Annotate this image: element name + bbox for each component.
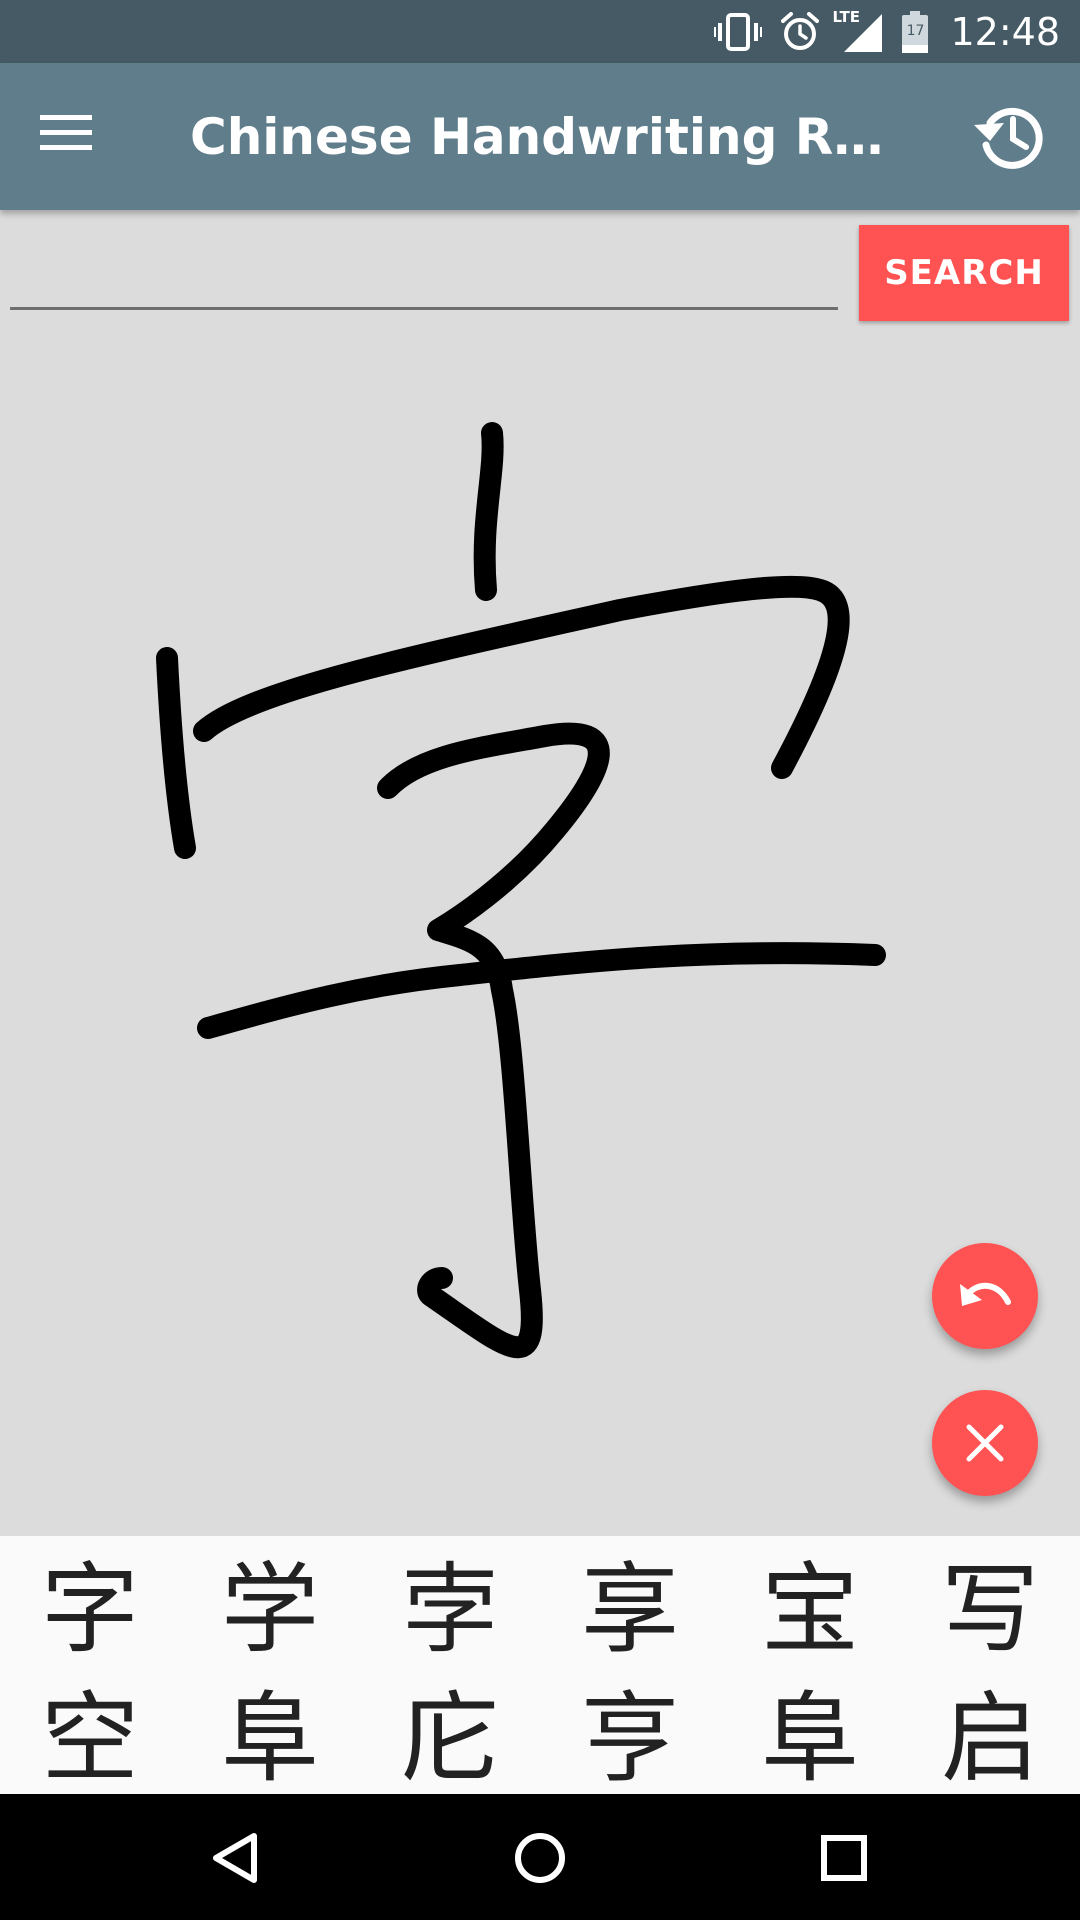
undo-button[interactable] bbox=[932, 1243, 1038, 1349]
candidate-char[interactable]: 阜 bbox=[180, 1665, 360, 1796]
stroke-child-top bbox=[377, 722, 610, 1359]
candidate-char[interactable]: 阜 bbox=[720, 1665, 900, 1796]
drawing-canvas[interactable] bbox=[0, 330, 1080, 1536]
status-bar: LTE 17 12:48 bbox=[0, 0, 1080, 63]
history-icon bbox=[974, 107, 1043, 169]
history-button[interactable] bbox=[970, 99, 1046, 175]
candidate-char[interactable]: 字 bbox=[0, 1536, 180, 1667]
lte-signal-icon: LTE bbox=[832, 8, 884, 52]
candidate-char[interactable]: 宝 bbox=[720, 1536, 900, 1667]
search-button[interactable]: SEARCH bbox=[859, 225, 1069, 321]
candidate-char[interactable]: 享 bbox=[540, 1536, 720, 1667]
navigation-bar bbox=[0, 1794, 1080, 1920]
stroke-left-vertical bbox=[156, 647, 196, 859]
alarm-icon bbox=[781, 11, 820, 50]
network-label: LTE bbox=[832, 7, 861, 26]
app-title: Chinese Handwriting Recogn… bbox=[190, 108, 910, 166]
search-input[interactable] bbox=[10, 240, 838, 310]
menu-button[interactable] bbox=[40, 113, 104, 161]
candidate-grid: 字 学 孛 享 宝 写 空 阜 庀 亨 阜 启 bbox=[0, 1536, 1080, 1796]
candidate-char[interactable]: 孛 bbox=[360, 1536, 540, 1667]
back-button[interactable] bbox=[196, 1822, 276, 1894]
candidate-char[interactable]: 亨 bbox=[540, 1665, 720, 1796]
recents-icon bbox=[821, 1835, 867, 1881]
candidate-char[interactable]: 学 bbox=[180, 1536, 360, 1667]
status-time: 12:48 bbox=[950, 9, 1060, 54]
vibrate-icon bbox=[714, 12, 763, 51]
candidate-char[interactable]: 空 bbox=[0, 1665, 180, 1796]
candidate-char[interactable]: 启 bbox=[900, 1665, 1080, 1796]
status-icons: LTE 17 12:48 bbox=[714, 0, 1060, 63]
candidate-char[interactable]: 庀 bbox=[360, 1665, 540, 1796]
battery-icon: 17 bbox=[902, 10, 929, 53]
stroke-horizontal bbox=[197, 942, 886, 1039]
close-icon bbox=[966, 1424, 1004, 1462]
clear-button[interactable] bbox=[932, 1390, 1038, 1496]
home-button[interactable] bbox=[500, 1822, 580, 1894]
recents-button[interactable] bbox=[804, 1822, 884, 1894]
undo-icon bbox=[960, 1282, 1011, 1306]
stroke-dot bbox=[473, 422, 504, 601]
handwriting-strokes bbox=[156, 422, 886, 1359]
app-bar: Chinese Handwriting Recogn… bbox=[0, 63, 1080, 210]
battery-level: 17 bbox=[906, 22, 925, 39]
candidate-char[interactable]: 写 bbox=[900, 1536, 1080, 1667]
menu-icon bbox=[40, 115, 92, 150]
back-icon bbox=[213, 1833, 257, 1883]
home-icon bbox=[515, 1833, 565, 1883]
